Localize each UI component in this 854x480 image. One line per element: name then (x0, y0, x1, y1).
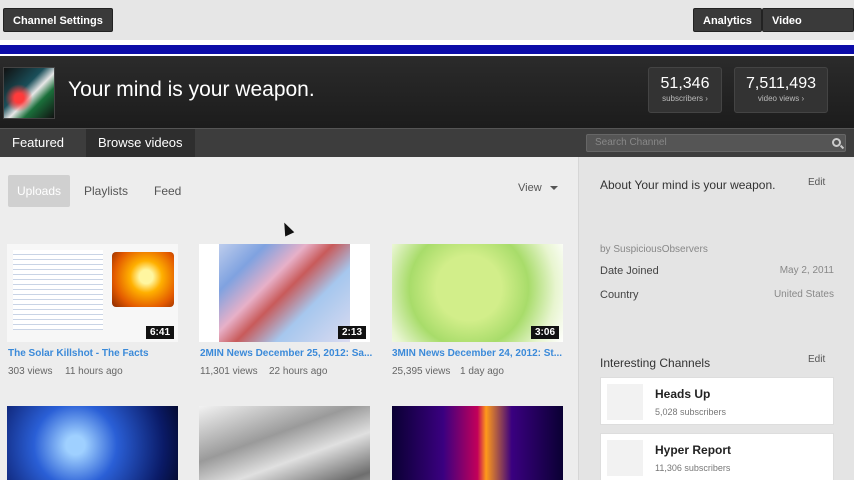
channel-thumbnail[interactable] (607, 384, 643, 420)
subscribers-stat[interactable]: 51,346 subscribers › (648, 67, 722, 113)
tab-featured[interactable]: Featured (0, 129, 76, 157)
video-views-count: 7,511,493 (746, 75, 816, 92)
video-views: 11,301 views (200, 366, 258, 377)
channel-title: Your mind is your weapon. (68, 78, 315, 101)
channel-header: Your mind is your weapon. 51,346 subscri… (0, 56, 854, 128)
channel-subscribers: 11,306 subscribers (655, 463, 731, 473)
video-age: 1 day ago (460, 366, 504, 377)
about-edit-link[interactable]: Edit (808, 177, 825, 188)
video-thumbnail[interactable] (7, 406, 178, 480)
channel-sidebar: About Your mind is your weapon. Edit by … (578, 157, 854, 480)
by-line: by SuspiciousObservers (600, 244, 708, 255)
video-thumbnail[interactable]: 6:41 (7, 244, 178, 342)
search-input[interactable]: Search Channel (586, 134, 846, 152)
chevron-down-icon (549, 186, 558, 191)
subscribers-count: 51,346 (660, 75, 710, 92)
interesting-channels-heading: Interesting Channels (600, 356, 711, 370)
video-duration: 6:41 (145, 326, 174, 339)
country-label: Country (600, 289, 639, 301)
video-views: 303 views (8, 366, 53, 377)
subtab-uploads[interactable]: Uploads (8, 175, 71, 207)
channel-card[interactable]: Heads Up 5,028 subscribers (600, 377, 834, 425)
view-label: View (518, 182, 542, 194)
view-dropdown[interactable]: View (518, 182, 558, 194)
channel-avatar[interactable] (3, 67, 55, 119)
channel-tabs: Featured Browse videos Search Channel (0, 128, 854, 157)
date-joined-label: Date Joined (600, 265, 659, 277)
channel-thumbnail[interactable] (607, 440, 643, 476)
videos-panel: Uploads Playlists Feed View 6:41 The Sol… (0, 157, 578, 480)
video-thumbnail[interactable]: 3:06 (392, 244, 563, 342)
video-age: 22 hours ago (269, 366, 328, 377)
search-icon[interactable] (832, 138, 841, 147)
channel-banner-stripe (0, 40, 854, 56)
video-thumbnail[interactable] (392, 406, 563, 480)
country-value: United States (773, 289, 834, 300)
subtab-playlists[interactable]: Playlists (76, 175, 136, 207)
subscribers-label: subscribers › (662, 94, 708, 103)
video-thumbnail[interactable] (199, 406, 370, 480)
date-joined-value: May 2, 2011 (779, 265, 834, 276)
video-views: 25,395 views (392, 366, 451, 377)
video-duration: 2:13 (337, 326, 366, 339)
top-toolbar: Channel Settings Analytics Video Manager (0, 0, 854, 51)
video-thumbnail[interactable]: 2:13 (199, 244, 370, 342)
interesting-edit-link[interactable]: Edit (808, 354, 825, 365)
video-manager-button[interactable]: Video Manager (762, 8, 854, 51)
channel-name[interactable]: Heads Up (655, 387, 710, 401)
about-heading: About Your mind is your weapon. (600, 178, 776, 192)
channel-card[interactable]: Hyper Report 11,306 subscribers (600, 433, 834, 480)
channel-name[interactable]: Hyper Report (655, 443, 731, 457)
tab-browse-videos[interactable]: Browse videos (86, 129, 195, 157)
video-title-link[interactable]: 2MIN News December 25, 2012: Sa... (200, 348, 372, 359)
video-age: 11 hours ago (65, 366, 123, 377)
video-title-link[interactable]: 3MIN News December 24, 2012: St... (392, 348, 564, 359)
video-title-link[interactable]: The Solar Killshot - The Facts (8, 348, 180, 359)
channel-subscribers: 5,028 subscribers (655, 407, 727, 417)
video-views-stat[interactable]: 7,511,493 video views › (734, 67, 828, 113)
video-duration: 3:06 (530, 326, 559, 339)
channel-settings-button[interactable]: Channel Settings (3, 8, 113, 32)
video-views-label: video views › (757, 94, 805, 103)
analytics-button[interactable]: Analytics (693, 8, 762, 32)
subtab-feed[interactable]: Feed (146, 175, 189, 207)
